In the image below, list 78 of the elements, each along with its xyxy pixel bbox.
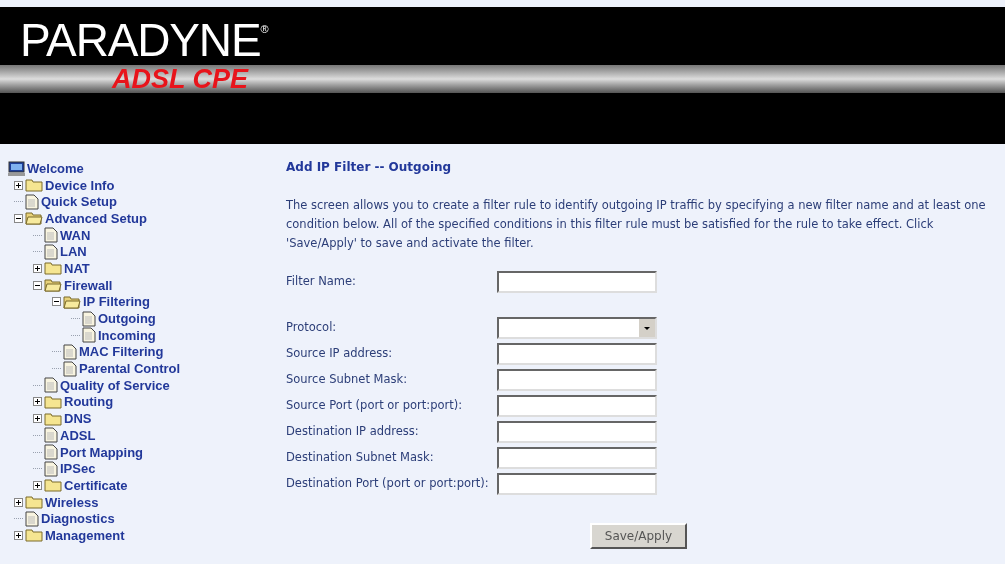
- field-label: Destination Port (port or port:port):: [286, 475, 490, 493]
- expand-icon[interactable]: [33, 414, 42, 424]
- folder-icon: [63, 294, 81, 309]
- page-icon: [82, 327, 96, 344]
- tree-item[interactable]: DNS: [64, 412, 92, 426]
- product-name: ADSL CPE: [112, 65, 249, 93]
- expand-icon[interactable]: [14, 180, 23, 190]
- page-icon: [63, 360, 77, 377]
- protocol-select[interactable]: [497, 317, 657, 339]
- tree-item[interactable]: Incoming: [98, 328, 156, 342]
- page-icon: [44, 460, 58, 477]
- page-icon: [25, 510, 39, 527]
- page-icon: [44, 243, 58, 260]
- page-icon: [63, 343, 77, 360]
- expand-icon[interactable]: [33, 263, 42, 273]
- input-field[interactable]: [497, 395, 657, 417]
- tree-item[interactable]: Diagnostics: [41, 512, 115, 526]
- folder-icon: [25, 528, 43, 543]
- folder-icon: [25, 495, 43, 510]
- folder-icon: [44, 394, 62, 409]
- tree-item[interactable]: IP Filtering: [83, 295, 150, 309]
- collapse-icon[interactable]: [52, 297, 61, 307]
- field-label: Destination Subnet Mask:: [286, 449, 435, 467]
- field-label: Source IP address:: [286, 345, 394, 363]
- page-icon: [44, 444, 58, 461]
- input-field[interactable]: [497, 271, 657, 293]
- field-label: Protocol:: [286, 319, 338, 337]
- input-field[interactable]: [497, 369, 657, 391]
- input-field[interactable]: [497, 421, 657, 443]
- field-label: Source Subnet Mask:: [286, 371, 409, 389]
- field-label: Filter Name:: [286, 273, 357, 291]
- tree-item[interactable]: WAN: [60, 228, 91, 242]
- description: The screen allows you to create a filter rule to identify outgoing IP traffic by specifying a new filter name and at least one condition below. All of the specified conditions in this filter rule must be satisfied for the rule to take effect. Click 'Save/Apply' to save and activate the filter.: [286, 197, 987, 252]
- page-title: Add IP Filter -- Outgoing: [286, 159, 453, 176]
- folder-icon: [44, 278, 62, 293]
- tree-item[interactable]: MAC Filtering: [79, 345, 164, 359]
- folder-icon: [25, 211, 43, 226]
- expand-icon[interactable]: [14, 530, 23, 540]
- registered-mark: ®: [260, 22, 269, 35]
- collapse-icon[interactable]: [14, 213, 23, 223]
- tree-item[interactable]: Welcome: [27, 161, 84, 175]
- folder-icon: [25, 178, 43, 193]
- tree-item[interactable]: Firewall: [64, 278, 113, 292]
- tree-item[interactable]: Certificate: [64, 478, 128, 492]
- tree-item[interactable]: Advanced Setup: [45, 211, 147, 225]
- tree-item[interactable]: NAT: [64, 261, 90, 275]
- field-label: Destination IP address:: [286, 423, 420, 441]
- folder-icon: [44, 261, 62, 276]
- tree-item[interactable]: Device Info: [45, 178, 115, 192]
- tree-item[interactable]: LAN: [60, 245, 87, 259]
- folder-icon: [44, 478, 62, 493]
- expand-icon[interactable]: [14, 497, 23, 507]
- tree-item[interactable]: Wireless: [45, 495, 99, 509]
- page-icon: [82, 310, 96, 327]
- tree-item[interactable]: Quick Setup: [41, 195, 117, 209]
- input-field[interactable]: [497, 343, 657, 365]
- brand-logo: PARADYNE: [20, 17, 261, 63]
- folder-icon: [44, 411, 62, 426]
- input-field[interactable]: [497, 473, 657, 495]
- tree-item[interactable]: IPSec: [60, 462, 96, 476]
- expand-icon[interactable]: [33, 397, 42, 407]
- page-icon: [44, 227, 58, 244]
- collapse-icon[interactable]: [33, 280, 42, 290]
- input-field[interactable]: [497, 447, 657, 469]
- field-label: Source Port (port or port:port):: [286, 397, 464, 415]
- tree-item[interactable]: Port Mapping: [60, 445, 144, 459]
- tree-item[interactable]: Management: [45, 528, 125, 542]
- page-icon: [44, 377, 58, 394]
- tree-item[interactable]: ADSL: [60, 428, 96, 442]
- page-icon: [44, 427, 58, 444]
- tree-item[interactable]: Parental Control: [79, 362, 181, 376]
- tree-item[interactable]: Outgoing: [98, 312, 156, 326]
- expand-icon[interactable]: [33, 480, 42, 490]
- save-apply-button[interactable]: Save/Apply: [590, 523, 687, 549]
- computer-icon: [8, 160, 25, 176]
- tree-item[interactable]: Routing: [64, 395, 114, 409]
- tree-item[interactable]: Quality of Service: [60, 378, 170, 392]
- page-icon: [25, 193, 39, 210]
